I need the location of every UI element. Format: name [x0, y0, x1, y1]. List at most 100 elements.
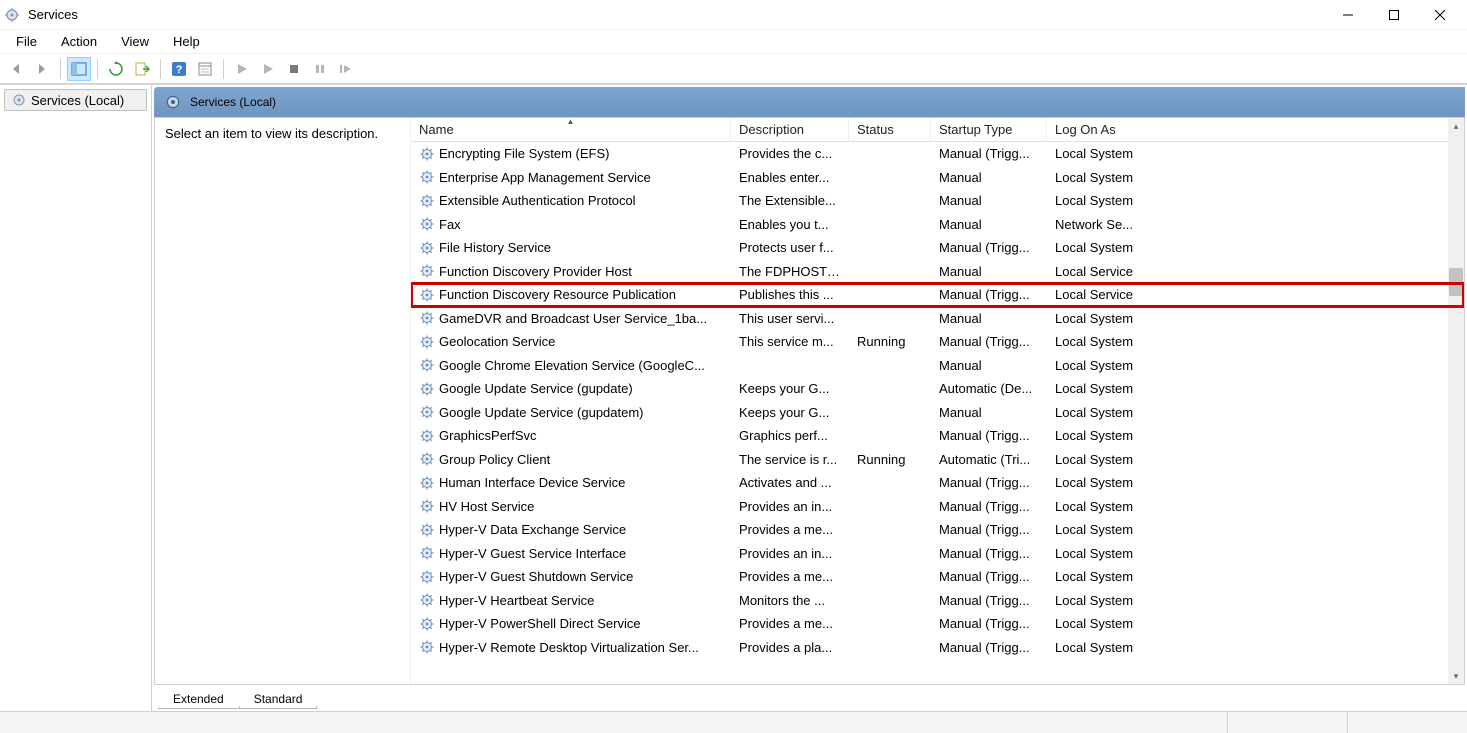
- service-logon-cell: Local System: [1047, 428, 1464, 443]
- service-name-label: Function Discovery Provider Host: [439, 264, 632, 279]
- column-header-description[interactable]: Description: [731, 118, 849, 141]
- service-description-cell: Provides an in...: [731, 499, 849, 514]
- stop-service-button[interactable]: [282, 57, 306, 81]
- sort-asc-icon: ▲: [567, 118, 575, 126]
- service-gear-icon: [419, 146, 435, 162]
- service-startup-cell: Manual: [931, 405, 1047, 420]
- service-row[interactable]: Enterprise App Management ServiceEnables…: [411, 166, 1464, 190]
- service-row[interactable]: GameDVR and Broadcast User Service_1ba..…: [411, 307, 1464, 331]
- service-name-cell: Google Update Service (gupdate): [411, 381, 731, 397]
- help-button[interactable]: ?: [167, 57, 191, 81]
- detail-header: Services (Local): [154, 87, 1465, 117]
- service-logon-cell: Local System: [1047, 311, 1464, 326]
- service-row[interactable]: Extensible Authentication ProtocolThe Ex…: [411, 189, 1464, 213]
- service-gear-icon: [419, 216, 435, 232]
- service-startup-cell: Manual (Trigg...: [931, 522, 1047, 537]
- tab-extended[interactable]: Extended: [158, 690, 239, 709]
- export-list-button[interactable]: [130, 57, 154, 81]
- service-name-label: Google Update Service (gupdatem): [439, 405, 644, 420]
- service-name-label: Human Interface Device Service: [439, 475, 625, 490]
- service-row[interactable]: Hyper-V Guest Shutdown ServiceProvides a…: [411, 565, 1464, 589]
- service-gear-icon: [419, 287, 435, 303]
- service-description-cell: Provides a pla...: [731, 640, 849, 655]
- service-description-cell: Publishes this ...: [731, 287, 849, 302]
- service-description-cell: Monitors the ...: [731, 593, 849, 608]
- column-header-log-on-as[interactable]: Log On As: [1047, 118, 1464, 141]
- service-row[interactable]: HV Host ServiceProvides an in...Manual (…: [411, 495, 1464, 519]
- tree-root-services-local[interactable]: Services (Local): [4, 89, 147, 111]
- service-description-cell: The service is r...: [731, 452, 849, 467]
- service-row[interactable]: Human Interface Device ServiceActivates …: [411, 471, 1464, 495]
- service-startup-cell: Manual (Trigg...: [931, 569, 1047, 584]
- service-row[interactable]: FaxEnables you t...ManualNetwork Se...: [411, 213, 1464, 237]
- window-minimize-button[interactable]: [1325, 0, 1371, 30]
- service-row[interactable]: Geolocation ServiceThis service m...Runn…: [411, 330, 1464, 354]
- service-name-cell: Enterprise App Management Service: [411, 169, 731, 185]
- service-logon-cell: Local System: [1047, 170, 1464, 185]
- service-name-cell: Function Discovery Resource Publication: [411, 287, 731, 303]
- service-name-label: GraphicsPerfSvc: [439, 428, 537, 443]
- menu-file[interactable]: File: [6, 30, 47, 53]
- start-service-button-2[interactable]: [256, 57, 280, 81]
- menu-action[interactable]: Action: [51, 30, 107, 53]
- scroll-up-icon[interactable]: ▴: [1448, 118, 1464, 134]
- start-service-button[interactable]: [230, 57, 254, 81]
- service-startup-cell: Manual (Trigg...: [931, 640, 1047, 655]
- column-header-status[interactable]: Status: [849, 118, 931, 141]
- service-row[interactable]: Function Discovery Provider HostThe FDPH…: [411, 260, 1464, 284]
- services-list-panel: ▲ Name Description Status Startup Type L…: [411, 118, 1464, 684]
- service-row[interactable]: Google Update Service (gupdate)Keeps you…: [411, 377, 1464, 401]
- pause-service-button[interactable]: [308, 57, 332, 81]
- service-logon-cell: Local System: [1047, 193, 1464, 208]
- service-row[interactable]: Function Discovery Resource PublicationP…: [411, 283, 1464, 307]
- service-gear-icon: [419, 193, 435, 209]
- service-name-cell: GameDVR and Broadcast User Service_1ba..…: [411, 310, 731, 326]
- menu-help[interactable]: Help: [163, 30, 210, 53]
- service-row[interactable]: Google Update Service (gupdatem) Keeps yo…: [411, 401, 1464, 425]
- service-name-cell: Human Interface Device Service: [411, 475, 731, 491]
- service-gear-icon: [419, 428, 435, 444]
- service-row[interactable]: Encrypting File System (EFS)Provides the…: [411, 142, 1464, 166]
- service-startup-cell: Manual (Trigg...: [931, 475, 1047, 490]
- tab-standard[interactable]: Standard: [239, 690, 318, 709]
- column-header-startup-type[interactable]: Startup Type: [931, 118, 1047, 141]
- service-row[interactable]: Google Chrome Elevation Service (GoogleC…: [411, 354, 1464, 378]
- menu-bar: File Action View Help: [0, 30, 1467, 54]
- service-description-cell: Protects user f...: [731, 240, 849, 255]
- window-close-button[interactable]: [1417, 0, 1463, 30]
- service-description-cell: Keeps your G...: [731, 405, 849, 420]
- restart-service-button[interactable]: [334, 57, 358, 81]
- forward-button[interactable]: [30, 57, 54, 81]
- service-row[interactable]: Hyper-V Remote Desktop Virtualization Se…: [411, 636, 1464, 660]
- refresh-button[interactable]: [104, 57, 128, 81]
- vertical-scrollbar[interactable]: ▴ ▾: [1448, 118, 1464, 684]
- column-header-name[interactable]: ▲ Name: [411, 118, 731, 141]
- service-logon-cell: Local System: [1047, 616, 1464, 631]
- service-row[interactable]: File History ServiceProtects user f...Ma…: [411, 236, 1464, 260]
- service-name-cell: HV Host Service: [411, 498, 731, 514]
- service-gear-icon: [419, 404, 435, 420]
- service-row[interactable]: Group Policy ClientThe service is r...Ru…: [411, 448, 1464, 472]
- service-description-cell: Provides a me...: [731, 616, 849, 631]
- service-row[interactable]: Hyper-V PowerShell Direct Service Provide…: [411, 612, 1464, 636]
- service-description-cell: Graphics perf...: [731, 428, 849, 443]
- services-grid-body[interactable]: Encrypting File System (EFS)Provides the…: [411, 142, 1464, 684]
- scroll-down-icon[interactable]: ▾: [1448, 668, 1464, 684]
- service-name-label: Fax: [439, 217, 461, 232]
- service-row[interactable]: Hyper-V Heartbeat ServiceMonitors the ..…: [411, 589, 1464, 613]
- service-description-cell: Provides the c...: [731, 146, 849, 161]
- service-startup-cell: Manual: [931, 311, 1047, 326]
- back-button[interactable]: [4, 57, 28, 81]
- window-maximize-button[interactable]: [1371, 0, 1417, 30]
- service-startup-cell: Manual (Trigg...: [931, 616, 1047, 631]
- detail-pane: Services (Local) Select an item to view …: [152, 85, 1467, 711]
- service-row[interactable]: Hyper-V Data Exchange ServiceProvides a …: [411, 518, 1464, 542]
- service-gear-icon: [419, 475, 435, 491]
- show-hide-tree-button[interactable]: [67, 57, 91, 81]
- menu-view[interactable]: View: [111, 30, 159, 53]
- service-row[interactable]: Hyper-V Guest Service InterfaceProvides …: [411, 542, 1464, 566]
- properties-button[interactable]: [193, 57, 217, 81]
- service-name-label: Hyper-V PowerShell Direct Service: [439, 616, 641, 631]
- services-icon: [11, 92, 27, 108]
- service-row[interactable]: GraphicsPerfSvcGraphics perf...Manual (T…: [411, 424, 1464, 448]
